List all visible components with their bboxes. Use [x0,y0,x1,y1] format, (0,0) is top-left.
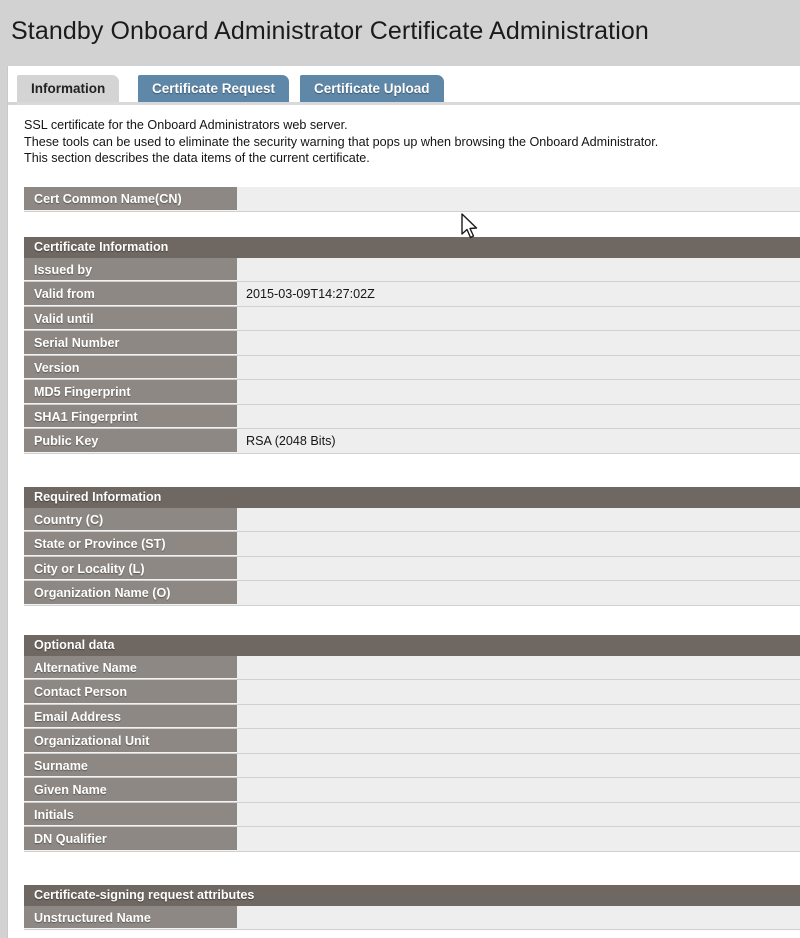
table-csr-attributes: Certificate-signing request attributes Un… [24,884,800,930]
tab-underline [8,102,800,105]
row-value[interactable] [237,655,800,679]
tab-information[interactable]: Information [17,75,120,102]
row-value[interactable] [237,827,800,851]
description-block: SSL certificate for the Onboard Administ… [24,117,784,167]
row-label: Email Address [24,704,237,728]
table-cert-common-name: Cert Common Name(CN) [24,187,800,212]
table-row: Alternative Name [24,655,800,680]
table-row: Serial Number [24,331,800,356]
row-label: State or Province (ST) [24,532,237,556]
table-row: Valid until [24,306,800,331]
row-value[interactable] [237,257,800,281]
row-label: Public Key [24,429,237,453]
table-row: Issued by [24,257,800,282]
row-label: Given Name [24,778,237,802]
description-line-1: SSL certificate for the Onboard Administ… [24,118,348,132]
row-value[interactable] [237,556,800,580]
row-value[interactable] [237,404,800,428]
row-label: Organizational Unit [24,729,237,753]
row-label: SHA1 Fingerprint [24,404,237,428]
row-value[interactable] [237,306,800,330]
table-row: SHA1 Fingerprint [24,404,800,429]
section-header: Optional data [24,634,800,656]
row-label: MD5 Fingerprint [24,380,237,404]
tab-certificate-request[interactable]: Certificate Request [138,75,290,102]
table-certificate-information: Certificate Information Issued by Valid fr… [24,236,800,454]
section-header-label: Optional data [34,637,115,652]
section-header: Certificate-signing request attributes [24,884,800,906]
row-value[interactable]: RSA (2048 Bits) [237,429,800,453]
table-row: City or Locality (L) [24,556,800,581]
row-value[interactable] [237,380,800,404]
table-row: Organizational Unit [24,729,800,754]
table-row: DN Qualifier [24,827,800,852]
description-line-2: These tools can be used to eliminate the… [24,134,659,149]
row-label: DN Qualifier [24,827,237,851]
table-required-information: Required Information Country (C) State or … [24,486,800,606]
table-row: Unstructured Name [24,905,800,930]
row-label: Issued by [24,257,237,281]
row-value[interactable] [237,187,800,211]
row-value[interactable] [237,331,800,355]
row-label: Alternative Name [24,655,237,679]
table-row: Version [24,355,800,380]
tab-underline-active-segment [8,102,17,105]
row-value[interactable] [237,905,800,929]
row-value[interactable] [237,507,800,531]
row-value[interactable] [237,704,800,728]
row-value[interactable] [237,753,800,777]
row-label: Country (C) [24,507,237,531]
section-header: Required Information [24,486,800,508]
tab-certificate-upload[interactable]: Certificate Upload [300,75,444,102]
section-header-label: Certificate-signing request attributes [34,887,255,902]
row-label: Unstructured Name [24,905,237,929]
table-row: MD5 Fingerprint [24,380,800,405]
section-header-label: Required Information [34,489,162,504]
table-row: Surname [24,753,800,778]
row-value[interactable] [237,778,800,802]
table-row: Cert Common Name(CN) [24,187,800,212]
row-label: City or Locality (L) [24,556,237,580]
page-title: Standby Onboard Administrator Certificat… [11,17,649,45]
title-bar: Standby Onboard Administrator Certificat… [0,0,800,66]
table-row: State or Province (ST) [24,532,800,557]
table-row: Valid from 2015-03-09T14:27:02Z [24,282,800,307]
screen: Standby Onboard Administrator Certificat… [0,0,800,938]
table-row: Given Name [24,778,800,803]
section-header-label: Certificate Information [34,239,169,254]
description-line-3: This section describes the data items of… [24,151,370,166]
page-content: Information Certificate Request Certific… [7,66,800,938]
row-value[interactable]: 2015-03-09T14:27:02Z [237,282,800,306]
row-value[interactable] [237,532,800,556]
row-label: Version [24,355,237,379]
row-label: Contact Person [24,680,237,704]
table-row: Contact Person [24,680,800,705]
row-label: Valid until [24,306,237,330]
row-label: Initials [24,802,237,826]
table-row: Organization Name (O) [24,581,800,606]
table-row: Email Address [24,704,800,729]
row-value[interactable] [237,680,800,704]
row-label: Serial Number [24,331,237,355]
row-value[interactable] [237,355,800,379]
table-row: Public Key RSA (2048 Bits) [24,429,800,454]
table-row: Country (C) [24,507,800,532]
row-label: Valid from [24,282,237,306]
row-value[interactable] [237,729,800,753]
table-row: Initials [24,802,800,827]
row-label: Organization Name (O) [24,581,237,605]
row-value[interactable] [237,802,800,826]
tab-strip: Information Certificate Request Certific… [8,75,800,105]
row-value[interactable] [237,581,800,605]
row-label: Surname [24,753,237,777]
table-optional-data: Optional data Alternative Name Contact Per… [24,634,800,852]
section-header: Certificate Information [24,236,800,258]
row-label: Cert Common Name(CN) [24,187,237,211]
